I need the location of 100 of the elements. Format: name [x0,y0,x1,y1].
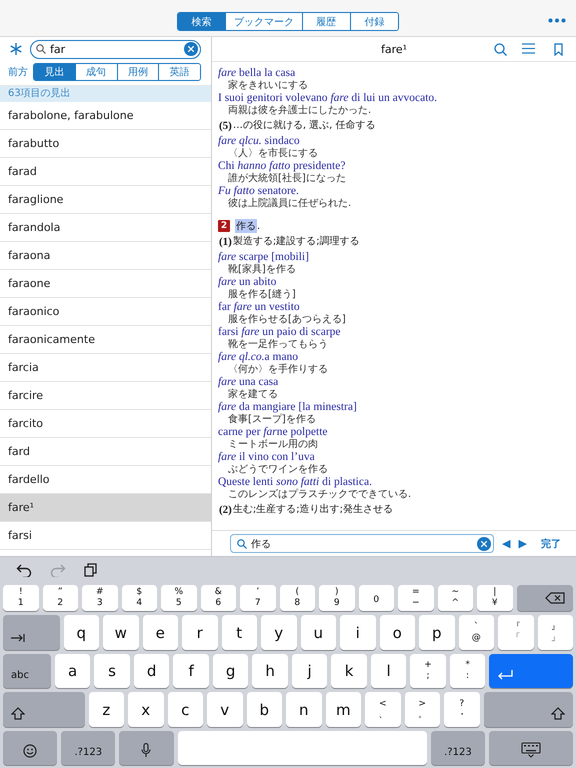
tab[interactable]: 履歴 [302,13,350,30]
key[interactable]: & 6 [200,585,236,611]
key[interactable]: 0 [358,585,394,611]
done-button[interactable]: 完了 [540,536,561,550]
shift-icon[interactable] [11,707,25,720]
key[interactable]: + ; [410,654,446,688]
key[interactable]: 『 「 [498,615,534,650]
key[interactable]: l [370,654,406,688]
key[interactable]: = − [398,585,434,611]
delete-icon[interactable] [545,592,565,604]
result-item[interactable]: fare¹ [0,494,211,522]
tab-icon[interactable] [11,633,25,643]
clear-icon[interactable] [184,42,198,56]
key[interactable]: g [212,654,248,688]
key[interactable]: ( 8 [280,585,315,611]
key[interactable]: ) 9 [319,585,354,611]
result-item[interactable]: faraonicamente [0,326,211,354]
translation: このレンズはプラスチックでできている. [227,488,412,501]
key[interactable]: m [326,692,361,727]
asterisk-icon[interactable] [10,43,22,55]
key[interactable]: # 3 [82,585,118,611]
key[interactable]: k [331,654,367,688]
tab[interactable]: 付録 [350,13,398,30]
key[interactable]: $ 4 [122,585,157,611]
shift-icon[interactable] [551,707,565,720]
key[interactable]: 』 」 [538,615,573,650]
keyboard-icon[interactable] [521,742,541,758]
sense-badge: 2 [218,220,230,232]
result-item[interactable]: farcito [0,410,211,438]
mode-key[interactable]: abc [3,654,51,688]
key[interactable]: z [88,692,124,727]
tab[interactable]: 英語 [158,64,200,80]
tab[interactable]: 検索 [178,13,226,30]
example-sentence: fare da mangiare [la minestra] [218,401,357,414]
prefix-label: 前方 [8,66,28,79]
key[interactable]: ! 1 [3,585,38,611]
key[interactable]: s [94,654,130,688]
key[interactable]: < 、 [365,692,400,727]
result-item[interactable]: farandola [0,214,211,242]
key[interactable]: u [300,615,336,650]
key[interactable]: j [292,654,328,688]
key[interactable]: x [128,692,164,727]
result-item[interactable]: faraonico [0,298,211,326]
result-item[interactable]: faraglione [0,186,211,214]
tab[interactable]: ブックマーク [225,13,302,30]
result-item[interactable]: fard [0,438,211,466]
tab[interactable]: 見出 [34,64,75,80]
search-icon [237,538,247,548]
key[interactable]: b [246,692,282,727]
mode-key[interactable]: .?123 [61,731,116,765]
key[interactable]: ? ・ [444,692,480,727]
key[interactable]: c [168,692,203,727]
microphone-icon[interactable] [141,743,152,758]
key[interactable]: f [173,654,209,688]
key[interactable]: ~ ^ [438,585,473,611]
key[interactable]: * : [450,654,486,688]
key[interactable]: i [340,615,376,650]
result-item[interactable]: farcire [0,382,211,410]
key[interactable]: ’ 7 [240,585,276,611]
key[interactable]: y [261,615,296,650]
result-item[interactable]: farad [0,158,211,186]
result-item[interactable]: faraone [0,270,211,298]
search-field[interactable]: far [30,40,201,58]
search-icon[interactable] [494,43,507,56]
next-button[interactable]: ▶ [518,537,527,550]
clipboard-icon[interactable] [84,563,98,577]
key[interactable]: o [380,615,415,650]
key[interactable]: v [207,692,242,727]
example-sentence: Queste lenti sono fatti di plastica. [218,476,372,488]
smiley-icon[interactable] [23,744,38,758]
key[interactable]: a [54,654,90,688]
return-icon[interactable] [497,669,514,681]
key[interactable]: n [286,692,322,727]
key[interactable]: ` @ [458,615,494,650]
key[interactable]: > 。 [404,692,440,727]
result-item[interactable]: farsi [0,522,211,550]
key[interactable]: % 5 [161,585,196,611]
find-field[interactable]: 作る [230,534,494,553]
result-item[interactable]: farabolone, farabulone [0,102,211,130]
key[interactable]: w [103,615,138,650]
undo-icon[interactable] [16,563,32,577]
key[interactable]: t [222,615,257,650]
key[interactable]: | ¥ [477,585,512,611]
key[interactable]: r [182,615,218,650]
key[interactable]: q [64,615,99,650]
key[interactable]: ” 2 [42,585,78,611]
clear-icon[interactable] [477,536,491,550]
list-icon[interactable] [522,43,535,54]
mode-key[interactable]: .?123 [430,731,486,765]
key[interactable]: d [134,654,170,688]
result-item[interactable]: farabutto [0,130,211,158]
translation: 〈何か〉を手作りする [227,364,328,376]
more-icon[interactable] [548,18,566,23]
key[interactable]: e [142,615,178,650]
result-item[interactable]: farcia [0,354,211,382]
result-item[interactable]: faraona [0,242,211,270]
previous-button[interactable]: ◀ [502,537,510,550]
key[interactable]: h [252,654,288,688]
bookmark-icon[interactable] [554,43,563,56]
key[interactable]: p [419,615,454,650]
